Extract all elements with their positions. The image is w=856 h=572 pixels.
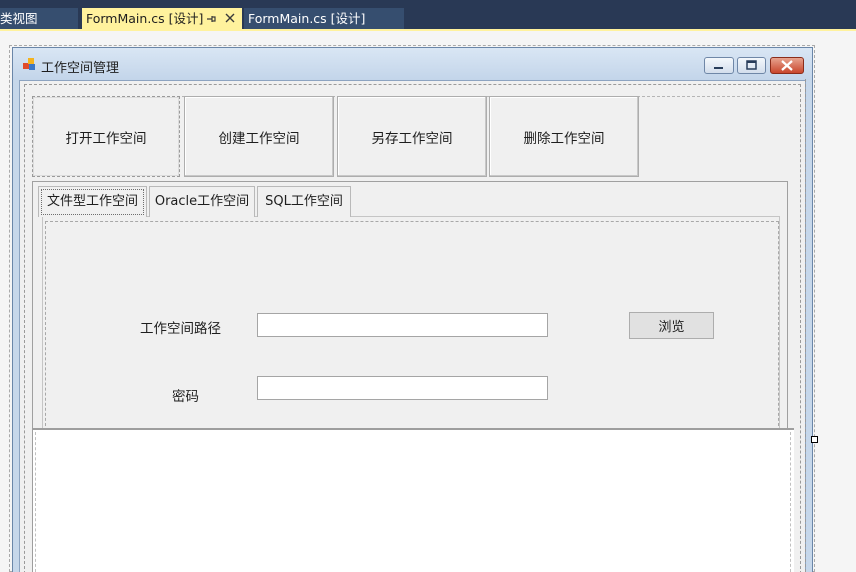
tab-formmain-design[interactable]: FormMain.cs [设计] [244,8,404,29]
bottom-panel-outline [35,432,791,572]
tab-sql-workspace[interactable]: SQL工作空间 [257,186,351,217]
pin-icon[interactable] [204,8,218,29]
open-workspace-label: 打开工作空间 [65,130,147,147]
open-workspace-button[interactable]: 打开工作空间 [32,96,180,177]
close-icon[interactable] [770,57,804,74]
delete-workspace-button[interactable]: 删除工作空间 [489,96,639,177]
tab-formmain-label: FormMain.cs [设计] [248,11,366,26]
document-tab-strip: 类视图 FormMain.cs [设计] FormMain.cs [设计] [0,0,856,30]
restore-icon[interactable] [737,57,766,74]
browse-button[interactable]: 浏览 [629,312,714,339]
delete-workspace-label: 删除工作空间 [523,130,605,147]
create-workspace-label: 创建工作空间 [218,130,300,147]
create-workspace-button[interactable]: 创建工作空间 [184,96,334,177]
tab-class-view-label: 类视图 [0,11,38,26]
tab-class-view[interactable]: 类视图 [0,8,78,29]
minimize-icon[interactable] [704,57,734,74]
password-input[interactable] [257,376,548,400]
form-titlebar: 工作空间管理 [13,48,812,80]
close-icon[interactable] [223,8,237,29]
tab-sql-workspace-label: SQL工作空间 [265,194,343,209]
tab-file-workspace-label: 文件型工作空间 [46,194,138,209]
form-right-edge [805,79,806,572]
tab-oracle-workspace-label: Oracle工作空间 [154,194,250,209]
workspace-path-label: 工作空间路径 [140,321,221,337]
save-as-workspace-label: 另存工作空间 [371,130,453,147]
tab-oracle-workspace[interactable]: Oracle工作空间 [149,186,255,217]
form-title: 工作空间管理 [41,61,120,76]
tab-formmain-design-active[interactable]: FormMain.cs [设计] [82,8,242,29]
app-icon [23,58,35,70]
workspace-path-input[interactable] [257,313,548,337]
tab-file-workspace[interactable]: 文件型工作空间 [38,186,147,217]
designer-resize-handle[interactable] [811,436,818,443]
tab-formmain-active-label: FormMain.cs [设计] [86,11,204,26]
save-as-workspace-button[interactable]: 另存工作空间 [337,96,487,177]
password-label: 密码 [172,389,199,405]
